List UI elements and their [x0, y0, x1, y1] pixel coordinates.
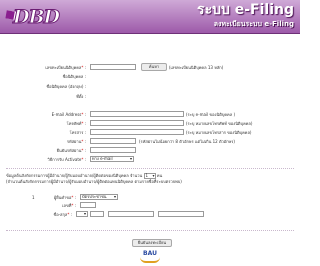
id-number-input[interactable] [80, 202, 96, 208]
phone-input[interactable] [90, 120, 184, 126]
app-subtitle: ลงทะเบียนระบบ e-Filing [213, 20, 294, 28]
logo-text: DBD [12, 6, 60, 29]
reg-no-label: เลขทะเบียนนิติบุคคล* : [45, 65, 86, 70]
footer-logo-arc-icon [140, 257, 160, 263]
id-number-label: เลขที่* : [62, 203, 76, 208]
fax-label: โทรสาร : [69, 130, 86, 135]
app-header: ◆ DBD ระบบ e-Filing ลงทะเบียนระบบ e-Fili… [0, 0, 300, 34]
middle-name-input[interactable] [108, 211, 154, 217]
phone-note: (ระบุ หมายเลขโทรศัพท์ ของนิติบุคคล) [186, 121, 253, 126]
password-input[interactable] [90, 138, 136, 144]
company-name-label: ชื่อนิติบุคคล : [62, 74, 86, 79]
fax-note: (ระบุ หมายเลขโทรสาร ของนิติบุคคล) [186, 130, 252, 135]
password-label: รหัสผ่าน* : [66, 139, 86, 144]
name-title-select[interactable] [76, 211, 88, 217]
submit-register-button[interactable]: ยืนยันลงทะเบียน [132, 239, 172, 247]
footer-logo-text: BAU [143, 250, 157, 257]
activate-method-label: วิธีการรับ Activate* : [47, 157, 86, 162]
footer-logo: BAU [138, 250, 162, 264]
signer-intro-detail: (จำนวนต้นสังกัดกรรมการผู้มีอำนาจ/ผู้รับม… [6, 179, 182, 184]
footer-divider [6, 230, 294, 231]
address-label: ที่ตั้ง : [76, 94, 86, 99]
password-note: (รหัสผ่านไม่น้อยกว่า 8 ตัวอักษร แต่ไม่เก… [139, 139, 235, 144]
app-title: ระบบ e-Filing [197, 2, 294, 18]
full-name-label: ชื่อ-สกุล* : [53, 212, 73, 217]
confirm-password-input[interactable] [90, 147, 136, 153]
reg-no-input[interactable] [90, 64, 136, 70]
email-label: E-mail Address* : [51, 112, 86, 117]
id-type-select[interactable]: บัตรประชาชน [80, 194, 118, 200]
confirm-password-label: ยืนยันรหัสผ่าน* : [56, 148, 86, 153]
search-button[interactable]: ค้นหา [141, 63, 167, 71]
company-name-en-label: ชื่อนิติบุคคล (อังกฤษ) : [46, 84, 86, 89]
email-input[interactable] [90, 111, 184, 117]
first-name-input[interactable] [90, 211, 104, 217]
activate-method-select[interactable]: ทาง e-mail [90, 156, 134, 162]
last-name-input[interactable] [158, 211, 204, 217]
dbd-logo: ◆ DBD [0, 3, 64, 29]
section-divider [6, 168, 294, 169]
fax-input[interactable] [90, 129, 184, 135]
reg-no-note: (เลขทะเบียนนิติบุคคล 13 หลัก) [169, 65, 224, 70]
email-note: (ระบุ e-mail ของนิติบุคคล ) [186, 112, 236, 117]
id-type-label: ผู้ยื่นคำขอ* : [53, 195, 76, 200]
row-number: 1 [32, 195, 35, 200]
phone-label: โทรศัพท์* : [66, 121, 86, 126]
